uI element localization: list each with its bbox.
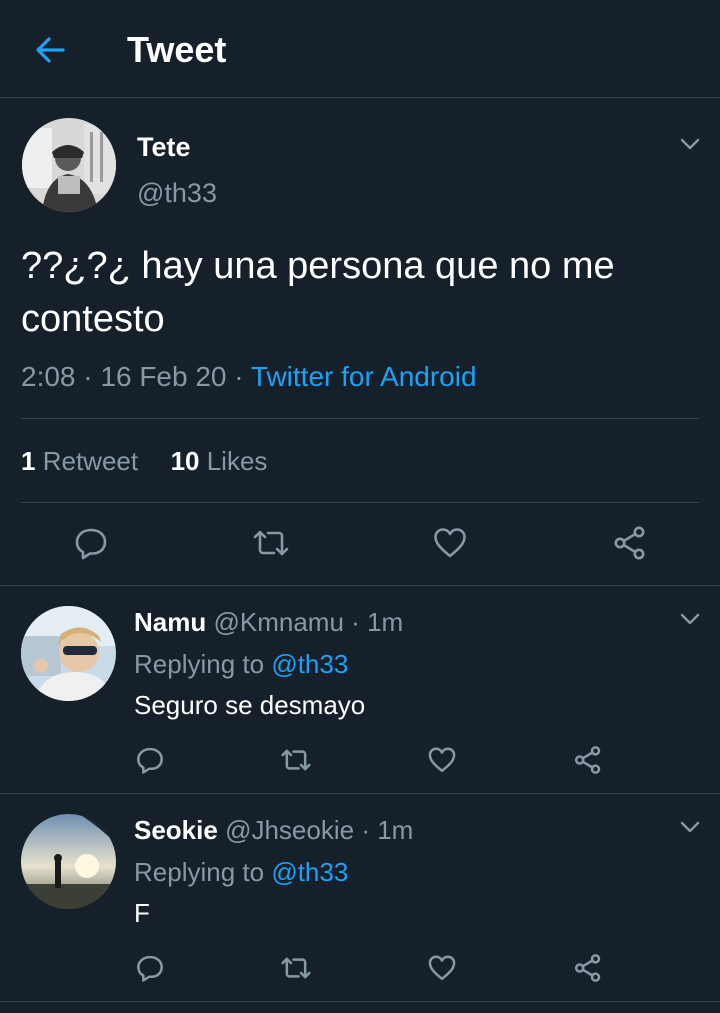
tweet-text: ??¿?¿ hay una persona que no me contesto xyxy=(21,245,615,340)
separator: · xyxy=(83,361,93,392)
back-button[interactable] xyxy=(28,28,72,72)
chevron-down-icon xyxy=(680,821,700,833)
divider xyxy=(0,793,720,794)
tweet-source-link[interactable]: Twitter for Android xyxy=(251,361,477,392)
divider xyxy=(0,1001,720,1002)
tweet-time: 2:08 xyxy=(21,361,76,392)
reply-button[interactable] xyxy=(69,521,113,565)
separator: · xyxy=(351,607,360,637)
more-options-button[interactable] xyxy=(676,130,704,158)
separator: · xyxy=(234,361,244,392)
share-icon xyxy=(574,746,601,774)
page-title: Tweet xyxy=(127,29,227,70)
reply-time: 1m xyxy=(367,607,404,637)
retweet-icon xyxy=(253,530,289,556)
replying-to-label: Replying to xyxy=(134,857,265,887)
replying-to: Replying to @th33 xyxy=(134,855,348,889)
author-handle[interactable]: @th33 xyxy=(137,176,217,210)
tweet-stats: 1 Retweet 10 Likes xyxy=(21,441,267,481)
separator: · xyxy=(361,815,370,845)
replying-to-mention[interactable]: @th33 xyxy=(271,649,348,679)
tweet-date: 16 Feb 20 xyxy=(100,361,227,392)
share-button[interactable] xyxy=(608,521,652,565)
heart-icon xyxy=(428,955,456,981)
avatar[interactable] xyxy=(22,118,116,212)
share-icon xyxy=(574,954,601,982)
retweets-count: 1 xyxy=(21,446,36,476)
heart-icon xyxy=(434,528,466,558)
divider xyxy=(21,418,699,419)
like-button[interactable] xyxy=(424,742,460,778)
like-button[interactable] xyxy=(424,950,460,986)
top-bar: Tweet xyxy=(0,0,720,98)
reply-icon xyxy=(137,955,163,982)
likes-stat[interactable]: 10 Likes xyxy=(171,446,268,476)
tweet-meta: 2:08 · 16 Feb 20 · Twitter for Android xyxy=(21,358,477,396)
replying-to-label: Replying to xyxy=(134,649,265,679)
reply-author-handle[interactable]: @Jhseokie xyxy=(225,815,354,845)
reply-button[interactable] xyxy=(132,950,168,986)
arrow-left-icon xyxy=(36,37,65,63)
likes-label: Likes xyxy=(206,446,268,476)
like-button[interactable] xyxy=(428,521,472,565)
divider xyxy=(21,502,699,503)
reply-text: F xyxy=(134,898,150,928)
reply-author-handle[interactable]: @Kmnamu xyxy=(213,607,343,637)
reply-author-name[interactable]: Seokie xyxy=(134,815,218,845)
more-options-button[interactable] xyxy=(676,605,704,633)
share-button[interactable] xyxy=(570,950,606,986)
reply-icon xyxy=(75,528,107,560)
reply-button[interactable] xyxy=(132,742,168,778)
retweet-icon xyxy=(281,749,311,771)
reply-header: Seokie @Jhseokie · 1m xyxy=(134,813,413,847)
chevron-down-icon xyxy=(680,613,700,625)
retweets-label: Retweet xyxy=(42,446,139,476)
retweet-button[interactable] xyxy=(278,950,314,986)
tweet-detail-page: Tweet Tete @th33 ??¿?¿ hay una persona q… xyxy=(0,0,720,1013)
share-button[interactable] xyxy=(570,742,606,778)
more-options-button[interactable] xyxy=(676,813,704,841)
replying-to: Replying to @th33 xyxy=(134,647,348,681)
author-name[interactable]: Tete xyxy=(137,130,191,164)
reply-icon xyxy=(137,747,163,774)
retweet-button[interactable] xyxy=(278,742,314,778)
retweets-stat[interactable]: 1 Retweet xyxy=(21,446,138,476)
retweet-button[interactable] xyxy=(249,521,293,565)
reply-avatar[interactable] xyxy=(21,606,116,701)
reply-time: 1m xyxy=(377,815,414,845)
reply-author-name[interactable]: Namu xyxy=(134,607,206,637)
likes-count: 10 xyxy=(170,446,200,476)
divider xyxy=(0,585,720,586)
reply-avatar[interactable] xyxy=(21,814,116,909)
chevron-down-icon xyxy=(680,138,700,150)
replying-to-mention[interactable]: @th33 xyxy=(271,857,348,887)
reply-text: Seguro se desmayo xyxy=(134,690,366,720)
retweet-icon xyxy=(281,957,311,979)
share-icon xyxy=(614,526,645,560)
reply-header: Namu @Kmnamu · 1m xyxy=(134,605,403,639)
heart-icon xyxy=(428,747,456,773)
